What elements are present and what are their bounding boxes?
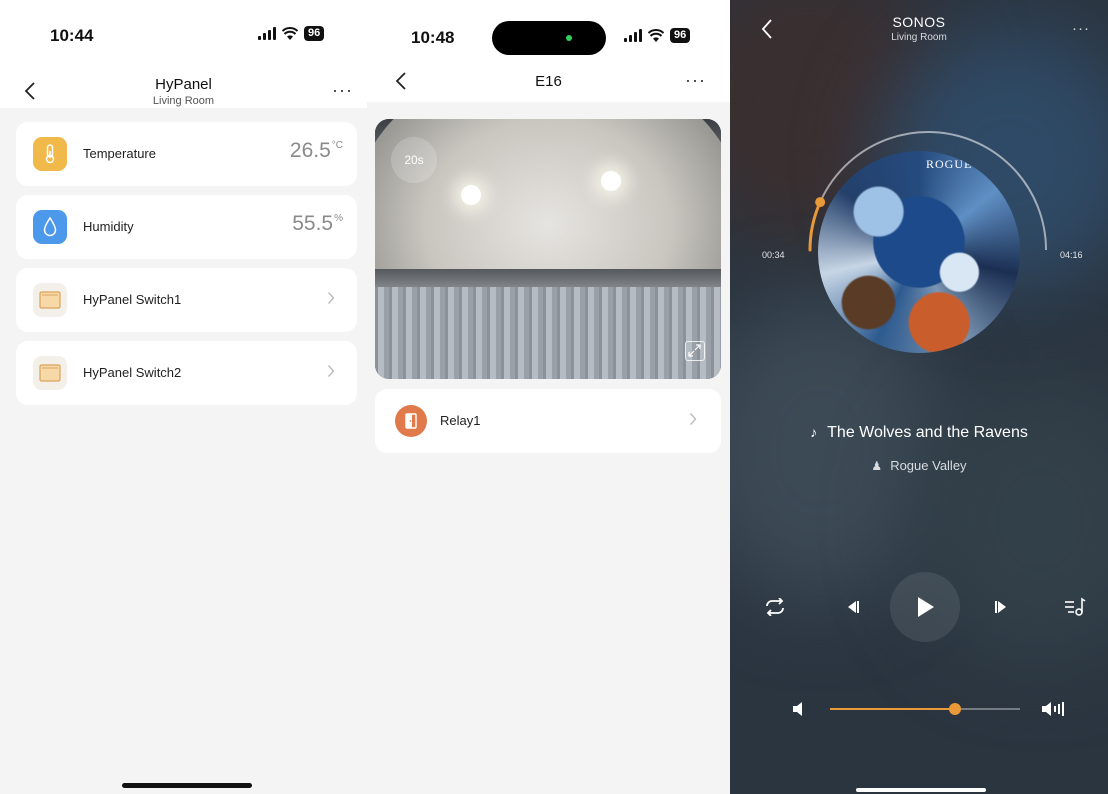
cellular-signal-icon <box>258 27 276 40</box>
album-art: ROGUE <box>818 151 1020 353</box>
app-brand: SONOS <box>892 14 946 30</box>
battery-icon: 96 <box>670 28 691 43</box>
track-title: ♪ The Wolves and the Ravens <box>810 424 1028 441</box>
previous-track-icon[interactable] <box>838 592 868 622</box>
more-options-icon[interactable]: ··· <box>1072 20 1090 37</box>
page-title: HyPanel <box>155 76 212 93</box>
status-icons: 96 <box>624 28 691 43</box>
status-icons: 96 <box>258 26 325 41</box>
camera-lamp <box>601 171 621 191</box>
volume-slider[interactable] <box>830 703 1020 715</box>
room-name: Living Room <box>891 32 947 43</box>
play-button[interactable] <box>890 572 960 642</box>
home-indicator[interactable] <box>856 788 986 792</box>
page-title: E16 <box>535 73 562 90</box>
chevron-right-icon <box>689 413 697 425</box>
switch2-card[interactable]: HyPanel Switch2 <box>16 341 357 405</box>
relay1-label: Relay1 <box>440 413 481 428</box>
sonos-player-screen: SONOS Living Room ··· ROGUE 00:34 04:16 … <box>730 0 1108 794</box>
nav-bar: HyPanel Living Room ··· <box>0 62 367 108</box>
status-bar: 10:48 96 <box>367 0 730 62</box>
elapsed-time: 00:34 <box>762 250 785 260</box>
temperature-card[interactable]: Temperature 26.5°C <box>16 122 357 186</box>
droplet-icon <box>33 210 67 244</box>
fullscreen-icon[interactable] <box>685 341 705 361</box>
hypanel-screen: 10:44 96 HyPanel Living Room ··· Tempera… <box>0 0 367 794</box>
artist-name: ♟ Rogue Valley <box>871 458 967 473</box>
wifi-icon <box>648 28 664 42</box>
volume-down-icon[interactable] <box>785 694 815 724</box>
switch-panel-icon <box>33 356 67 390</box>
status-time: 10:44 <box>50 26 94 45</box>
volume-slider-knob[interactable] <box>949 703 962 715</box>
volume-slider-fill <box>830 708 956 710</box>
switch-panel-icon <box>33 283 67 317</box>
switch2-label: HyPanel Switch2 <box>83 365 182 380</box>
door-icon <box>395 405 427 437</box>
dynamic-island <box>492 21 606 55</box>
switch1-card[interactable]: HyPanel Switch1 <box>16 268 357 332</box>
status-time: 10:48 <box>411 28 455 47</box>
battery-icon: 96 <box>304 26 325 41</box>
camera-curtain <box>375 287 721 379</box>
volume-up-icon[interactable] <box>1038 694 1068 724</box>
more-options-icon[interactable]: ··· <box>685 70 706 91</box>
camera-active-dot <box>566 35 572 41</box>
chevron-right-icon <box>327 365 335 377</box>
total-duration: 04:16 <box>1060 250 1083 260</box>
temperature-label: Temperature <box>83 146 156 161</box>
queue-icon[interactable] <box>1060 592 1090 622</box>
camera-lamp <box>461 185 481 205</box>
volume-control <box>730 697 1108 721</box>
relay1-card[interactable]: Relay1 <box>375 389 721 453</box>
page-subtitle: Living Room <box>152 95 215 107</box>
playback-controls <box>730 572 1108 642</box>
music-note-icon: ♪ <box>810 424 818 440</box>
nav-bar: E16 ··· <box>367 62 730 102</box>
cellular-signal-icon <box>624 29 642 42</box>
humidity-value: 55.5% <box>292 212 343 235</box>
switch1-label: HyPanel Switch1 <box>83 292 182 307</box>
home-indicator[interactable] <box>122 783 252 788</box>
recording-timer: 20s <box>391 137 437 183</box>
repeat-icon[interactable] <box>760 592 790 622</box>
more-options-icon[interactable]: ··· <box>332 80 353 101</box>
camera-screen: 10:48 96 E16 ··· 20s Relay1 <box>367 0 730 794</box>
camera-live-view[interactable]: 20s <box>375 119 721 379</box>
wifi-icon <box>282 26 298 40</box>
humidity-label: Humidity <box>83 219 134 234</box>
artist-icon: ♟ <box>871 459 883 473</box>
album-art-text: ROGUE <box>926 157 973 171</box>
thermometer-icon <box>33 137 67 171</box>
humidity-card[interactable]: Humidity 55.5% <box>16 195 357 259</box>
progress-knob[interactable] <box>815 197 826 208</box>
next-track-icon[interactable] <box>986 592 1016 622</box>
chevron-right-icon <box>327 292 335 304</box>
status-bar: 10:44 96 <box>0 0 367 62</box>
temperature-value: 26.5°C <box>289 139 343 162</box>
